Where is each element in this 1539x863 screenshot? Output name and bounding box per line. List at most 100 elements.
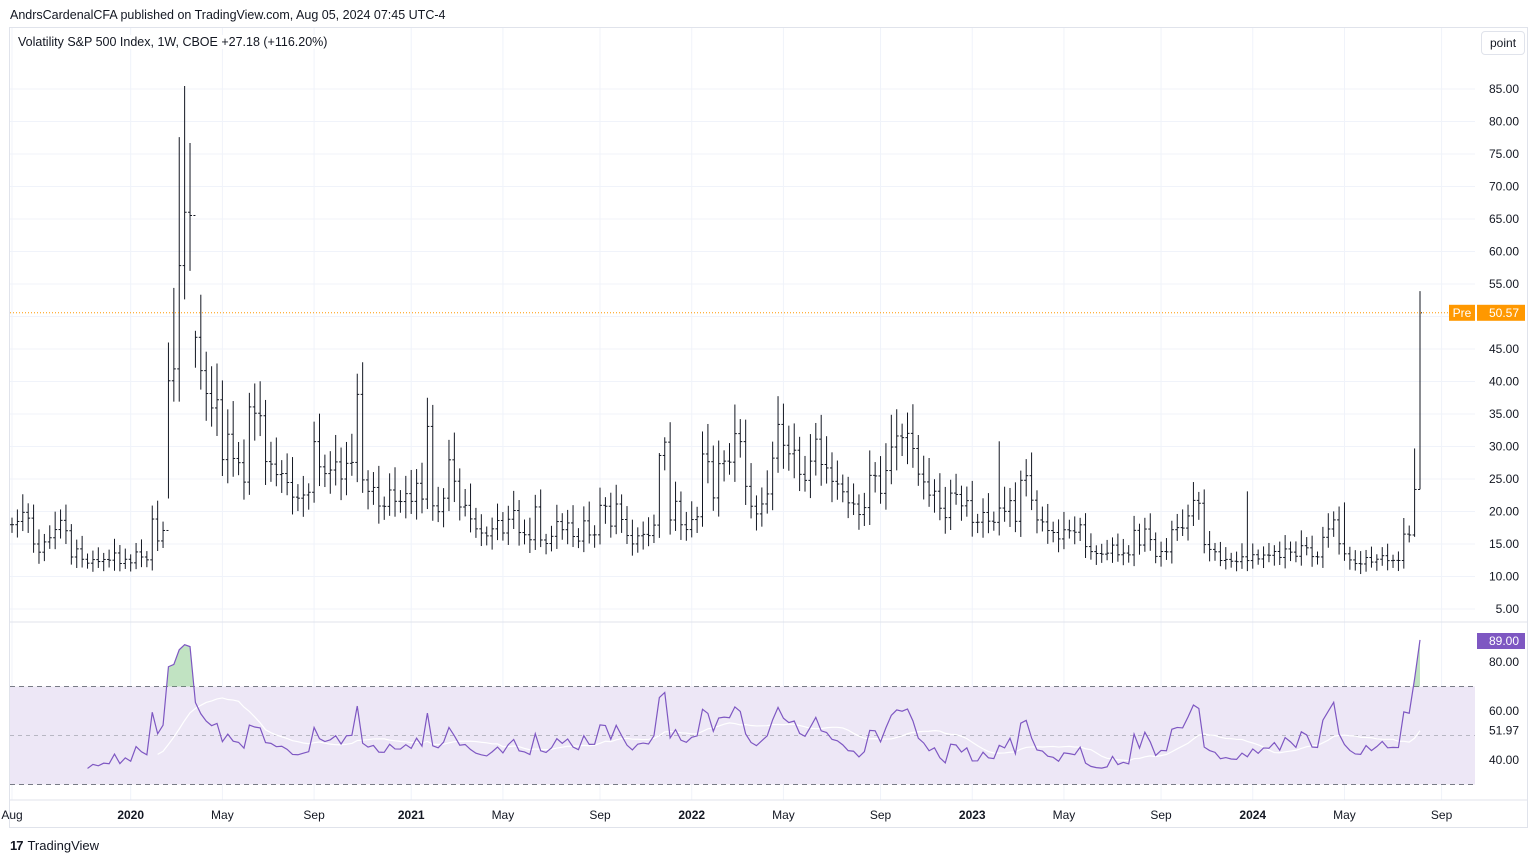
ohlc-bar xyxy=(10,517,14,533)
symbol-legend: Volatility S&P 500 Index, 1W, CBOE +27.1… xyxy=(18,35,328,49)
ohlc-bar xyxy=(668,422,673,535)
ohlc-bar xyxy=(894,409,899,471)
pre-value-label: 50.57 xyxy=(1489,306,1519,320)
ohlc-bar xyxy=(295,484,300,512)
ohlc-bar xyxy=(322,454,327,488)
ohlc-bar xyxy=(905,412,910,465)
pre-label: Pre xyxy=(1453,306,1472,320)
ohlc-bar xyxy=(565,509,570,545)
ohlc-bar xyxy=(1401,518,1406,569)
ohlc-bar xyxy=(986,493,991,534)
ohlc-bar xyxy=(603,497,608,524)
ohlc-bar xyxy=(220,380,225,476)
ohlc-bar xyxy=(1418,291,1422,490)
ohlc-bar xyxy=(1083,513,1088,558)
ohlc-bar xyxy=(344,441,349,496)
ohlc-bar xyxy=(1364,549,1369,572)
ohlc-bar xyxy=(117,545,122,572)
tradingview-logo[interactable]: 17 TradingView xyxy=(10,838,99,853)
ohlc-bar xyxy=(803,455,808,492)
ohlc-bar xyxy=(15,509,20,538)
ohlc-bar xyxy=(1320,526,1325,568)
ohlc-bar xyxy=(1266,542,1271,563)
price-tick-label: 55.00 xyxy=(1489,277,1519,291)
time-tick-label: Sep xyxy=(870,808,892,822)
time-tick-label: 2021 xyxy=(398,808,425,822)
ohlc-bar xyxy=(970,480,975,537)
ohlc-bar xyxy=(47,525,52,549)
ohlc-bar xyxy=(317,413,322,487)
ohlc-bar xyxy=(1008,487,1013,527)
ohlc-bar xyxy=(123,548,128,569)
ohlc-bar xyxy=(306,483,311,510)
ohlc-bar xyxy=(241,439,246,500)
ohlc-bar xyxy=(1013,482,1018,533)
ohlc-bar xyxy=(889,414,894,485)
ohlc-bar xyxy=(1250,543,1255,569)
ohlc-bar xyxy=(695,506,700,533)
ohlc-bar xyxy=(107,549,112,568)
ohlc-bar xyxy=(598,487,603,545)
ohlc-bar xyxy=(1002,486,1007,522)
ohlc-bar xyxy=(26,503,31,533)
ohlc-bar xyxy=(1315,551,1320,565)
ohlc-bar xyxy=(312,421,317,503)
ohlc-bar xyxy=(533,494,538,550)
ohlc-bar xyxy=(1407,525,1412,543)
time-tick-label: Sep xyxy=(1431,808,1453,822)
ohlc-bar xyxy=(1326,513,1331,548)
rsi-tick-label: 80.00 xyxy=(1489,655,1519,669)
ohlc-bar xyxy=(1396,551,1401,572)
ohlc-bar xyxy=(743,419,748,505)
ohlc-bar xyxy=(1380,547,1385,566)
rsi-value-label: 89.00 xyxy=(1489,634,1519,648)
ohlc-bar xyxy=(1261,546,1266,569)
ohlc-bar xyxy=(1337,506,1342,555)
ohlc-bar xyxy=(1213,542,1218,561)
price-tick-label: 85.00 xyxy=(1489,82,1519,96)
ohlc-bar xyxy=(1186,504,1191,541)
ohlc-bar xyxy=(981,498,986,538)
ohlc-bar xyxy=(1272,545,1277,566)
ohlc-bar xyxy=(446,439,451,512)
ohlc-bar xyxy=(776,396,781,473)
vix-chart[interactable]: 5.00 10.00 15.00 20.00 25.00 30.00 35.00 40.00 4… xyxy=(0,0,1539,863)
ohlc-bar xyxy=(209,366,214,427)
ohlc-bar xyxy=(1191,482,1196,526)
ohlc-bar xyxy=(371,472,376,505)
price-tick-label: 5.00 xyxy=(1496,602,1520,616)
ohlc-bar xyxy=(991,511,996,531)
ohlc-bar xyxy=(641,521,646,550)
ohlc-bar xyxy=(90,550,95,572)
price-tick-label: 10.00 xyxy=(1489,570,1519,584)
ohlc-bar xyxy=(42,533,47,562)
ohlc-bar xyxy=(749,463,754,519)
ohlc-bar xyxy=(1056,519,1061,553)
ohlc-bar xyxy=(689,501,694,538)
ohlc-bar xyxy=(376,465,381,524)
ohlc-bar xyxy=(964,486,969,517)
time-tick-label: May xyxy=(772,808,795,822)
ohlc-bar xyxy=(651,514,656,544)
ohlc-bar xyxy=(1153,532,1158,564)
ohlc-bar xyxy=(997,441,1002,536)
ohlc-bar xyxy=(873,462,878,493)
ohlc-bar xyxy=(1353,550,1358,571)
ohlc-bar xyxy=(457,468,462,521)
ohlc-bar xyxy=(1223,547,1228,570)
ohlc-bar xyxy=(452,432,457,503)
unit-button[interactable]: point xyxy=(1481,31,1526,55)
ohlc-bar xyxy=(1256,549,1261,565)
ohlc-bar xyxy=(1110,537,1115,563)
ohlc-bar xyxy=(522,519,527,545)
ohlc-bar xyxy=(1293,541,1298,563)
ohlc-bar xyxy=(1067,519,1072,539)
time-tick-label: Sep xyxy=(303,808,325,822)
tv-logo-icon: 17 xyxy=(10,838,24,853)
rsi-ma-value-label: 51.97 xyxy=(1489,724,1519,738)
ohlc-bar xyxy=(1105,539,1110,561)
ohlc-bar xyxy=(495,503,500,541)
ohlc-bar xyxy=(619,494,624,533)
ohlc-bar xyxy=(1040,506,1045,532)
ohlc-bar xyxy=(1164,538,1169,560)
